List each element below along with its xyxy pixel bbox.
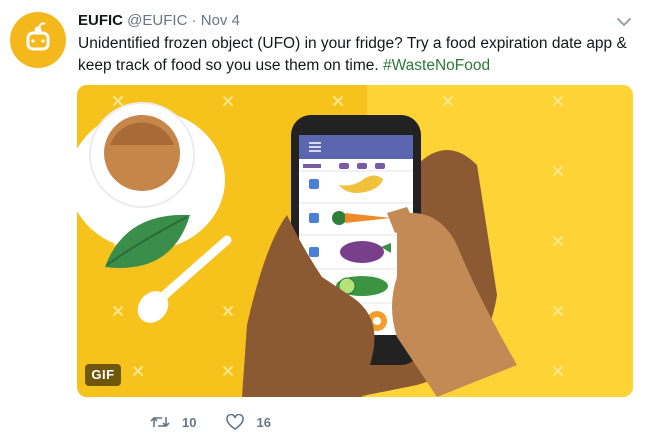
- avatar-logo-icon: [26, 22, 50, 51]
- tweet-media[interactable]: GIF: [77, 85, 633, 397]
- separator-dot: ·: [191, 12, 197, 29]
- more-options-button[interactable]: [614, 12, 634, 32]
- retweet-count: 10: [182, 414, 197, 430]
- like-button[interactable]: 16: [226, 414, 271, 430]
- caret-down-icon: [617, 18, 631, 26]
- timestamp[interactable]: Nov 4: [201, 12, 240, 29]
- gif-badge[interactable]: GIF: [85, 364, 121, 386]
- hashtag-link[interactable]: #WasteNoFood: [383, 57, 490, 74]
- action-bar: 10 16: [150, 407, 301, 437]
- heart-icon: [226, 414, 245, 430]
- avatar[interactable]: [10, 12, 66, 68]
- author-name[interactable]: EUFIC: [78, 12, 123, 29]
- retweet-icon: [150, 417, 170, 427]
- tweet-body: Unidentified frozen object (UFO) in your…: [78, 35, 627, 74]
- tweet-text: Unidentified frozen object (UFO) in your…: [78, 33, 628, 77]
- gif-illustration: [77, 85, 633, 397]
- tweet-header: EUFIC @EUFIC · Nov 4: [78, 11, 240, 31]
- author-handle[interactable]: @EUFIC: [127, 12, 187, 29]
- retweet-button[interactable]: 10: [150, 414, 196, 430]
- like-count: 16: [256, 414, 271, 430]
